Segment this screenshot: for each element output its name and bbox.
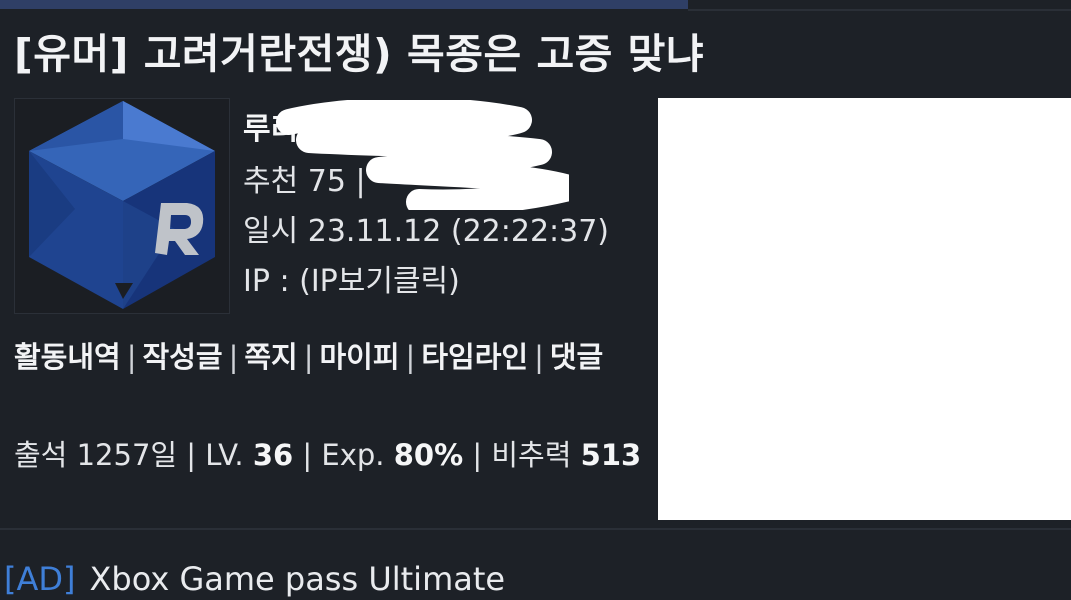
link-message[interactable]: 쪽지 (244, 340, 297, 374)
ip-link[interactable]: IP : (IP보기클릭) (243, 256, 460, 300)
avatar[interactable] (14, 98, 230, 314)
separator: | (405, 340, 416, 374)
link-comments[interactable]: 댓글 (550, 340, 603, 374)
bichu-value: 513 (580, 438, 642, 472)
post-title: [유머] 고려거란전쟁) 목종은 고증 맞냐 (14, 30, 705, 78)
separator: | (303, 340, 314, 374)
attendance-value: 1257일 (76, 438, 178, 472)
ad-banner[interactable] (658, 98, 1071, 520)
link-activity[interactable]: 활동내역 (14, 340, 121, 374)
post-date: 일시 23.11.12 (22:22:37) (243, 214, 610, 249)
r-cube-logo-icon (29, 101, 215, 309)
link-timeline[interactable]: 타임라인 (421, 340, 528, 374)
bichu-label: 비추력 (491, 438, 572, 472)
exp-label: Exp. (321, 438, 385, 472)
user-stats: 출석 1257일 | LV. 36 | Exp. 80% | 비추력 513 (14, 438, 642, 472)
separator: | (534, 340, 544, 374)
top-bar-rest (688, 9, 1071, 11)
top-bar-accent (0, 0, 688, 9)
level-value: 36 (252, 438, 294, 472)
exp-value: 80% (393, 438, 464, 472)
separator: | (228, 340, 239, 374)
ad-text: Xbox Game pass Ultimate (89, 560, 506, 598)
top-bar (0, 0, 1071, 11)
ad-tag: [AD] (4, 560, 76, 598)
redaction-scribble (276, 100, 569, 210)
user-links: 활동내역 | 작성글 | 쪽지 | 마이피 | 타임라인 | 댓글 (14, 332, 654, 382)
level-label: LV. (205, 438, 244, 472)
link-posts[interactable]: 작성글 (143, 340, 223, 374)
link-mypi[interactable]: 마이피 (320, 340, 400, 374)
divider (0, 528, 1071, 530)
ad-link[interactable]: [AD] Xbox Game pass Ultimate (4, 560, 505, 598)
attendance-label: 출석 (14, 438, 68, 472)
separator: | (126, 340, 137, 374)
